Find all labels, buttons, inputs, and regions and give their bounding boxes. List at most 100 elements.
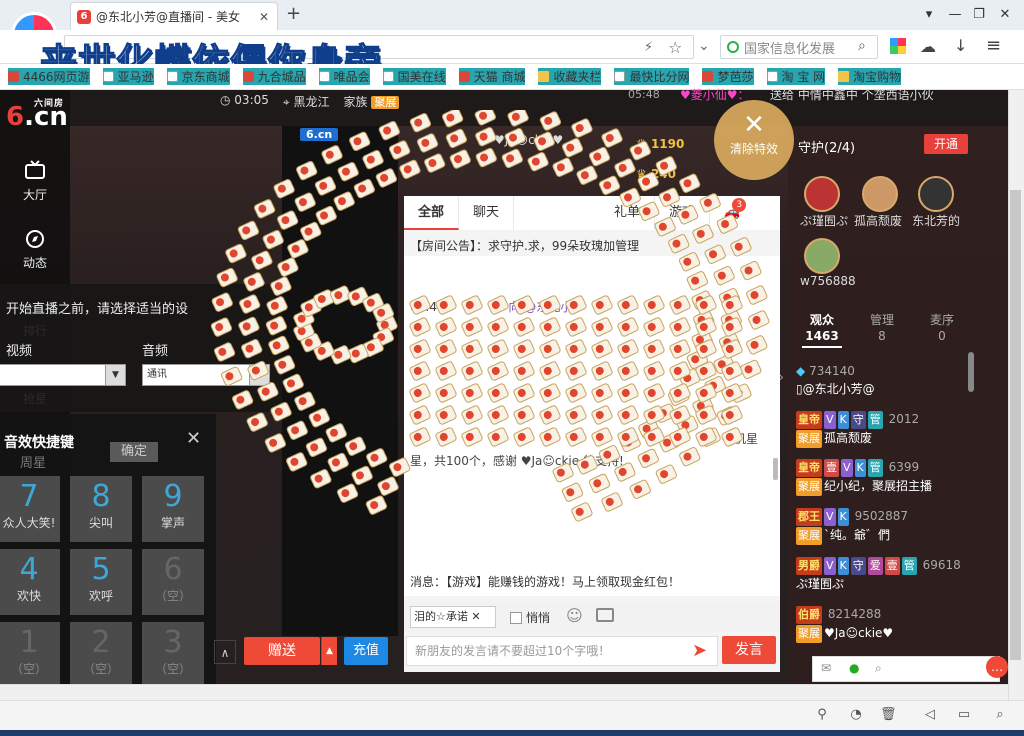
sound-key[interactable]: 9 掌声 [142,476,204,542]
location-icon: ⌖ 黑龙江 [282,95,330,109]
video-badge: 6.cn [300,128,339,141]
chat-target-select[interactable]: 泪的☆承诺 ✕ [410,606,496,628]
family-badge[interactable]: 聚展 [371,96,400,109]
tab-games[interactable]: 游戏 [655,196,711,230]
bookmark-item[interactable]: 京东商城 [166,68,230,85]
sound-key[interactable]: 5 欢呼 [70,549,132,615]
tab-close-icon[interactable]: ✕ [257,10,271,24]
confirm-button[interactable]: 确定 [110,442,158,462]
menu-icon[interactable]: ≡ [986,35,1001,56]
bookmark-item[interactable]: 唯品会 [318,68,370,85]
audience-item[interactable]: 伯爵 8214288 聚展 ♥Ja☺ckie♥ [796,605,893,643]
audience-item[interactable]: 皇帝壹 V K 管 6399 聚展 纪小纪，聚展招主播 [796,458,932,496]
bookmark-item[interactable]: 亚马逊 [102,68,154,85]
tab-chat[interactable]: 聊天 [459,196,515,230]
scroll-thumb[interactable] [1010,190,1021,660]
tab-gifts[interactable]: 礼单 [514,196,656,230]
audience-scrollbar[interactable] [968,352,974,392]
bookmark-item[interactable]: 九合城品 [242,68,306,85]
star-bookmark-icon[interactable]: ☆ [668,38,682,57]
check-icon[interactable]: ● [849,661,859,675]
send-button[interactable]: 发言 [722,636,776,664]
zoom-icon[interactable]: ⌕ [992,707,1008,723]
bookmark-item[interactable]: 淘 宝 网 [766,68,826,85]
tab-audience[interactable]: 观众 1463 [792,312,852,352]
bookmark-item[interactable]: 天猫 商城 [458,68,526,85]
chat-input[interactable]: 新朋友的发言请不要超过10个字哦！ [406,636,718,666]
minimize-button[interactable]: — [942,4,968,24]
sound-key[interactable]: 6 （空） [142,549,204,615]
collapse-arrow-icon[interactable]: › [779,370,784,384]
image-icon[interactable] [596,608,614,622]
lightning-icon[interactable]: ⚡ [644,40,653,55]
pin-icon[interactable]: ⚲ [814,707,830,723]
settings-hint: 开始直播之前，请选择适当的设 [6,302,189,317]
whisper-toggle[interactable]: 悄悄 [510,609,550,626]
sound-key[interactable]: 8 尖叫 [70,476,132,542]
guardian-4[interactable]: w756888 [800,238,856,288]
browser-tab[interactable]: 6 @东北小芳@直播间 - 美女 ✕ [70,2,278,30]
bookmark-item[interactable]: 梦芭莎 [702,68,754,85]
open-guardian-button[interactable]: 开通 [924,134,968,154]
restore-button[interactable]: ❐ [966,4,992,24]
search-input[interactable]: 国家信息化发展 [744,38,835,57]
audience-item[interactable]: 男爵 V K 守爱壹管 69618 ぷ瑾囿ぷ [796,556,961,593]
video-select[interactable]: ▼ [0,364,126,386]
expand-up-button[interactable]: ∧ [214,640,236,664]
cloud-icon[interactable]: ☁ [920,37,936,56]
chevron-down-icon: ▼ [249,365,269,385]
nav-item-hall[interactable]: 大厅 [0,150,70,216]
chevron-down-icon[interactable]: ⌄ [698,38,710,54]
bookmark-item[interactable]: 淘宝购物 [838,68,902,85]
chat-scrollbar[interactable] [773,458,778,480]
site-logo[interactable]: 六间房 6.cn [4,96,68,132]
whisper-checkbox[interactable] [510,611,522,624]
close-window-button[interactable]: ✕ [992,4,1018,24]
guardian-1[interactable]: ぷ瑾囿ぷ [800,176,848,229]
nav-item-feed[interactable]: 动态 [0,218,70,284]
sound-key[interactable]: 1 （空） [0,622,60,688]
emoji-icon[interactable]: ☺ [566,606,583,625]
page-horizontal-scrollbar[interactable] [0,684,1008,700]
download-icon[interactable]: ↓ [954,36,967,55]
chat-bubble-icon[interactable]: … [986,656,1008,678]
mail-icon[interactable]: ✉ [821,661,831,675]
recharge-button[interactable]: 充值 [344,637,388,665]
bookmark-item[interactable]: 收藏夹栏 [538,68,602,85]
streamer-name[interactable]: ♥Ja☺ckie♥ [494,133,563,147]
gift-dropdown-button[interactable]: ▲ [321,637,337,665]
new-tab-button[interactable]: + [286,3,301,24]
tab-mic-queue[interactable]: 麦序 0 [912,312,972,352]
send-plane-icon[interactable]: ➤ [692,640,707,661]
tab-admins[interactable]: 管理 8 [852,312,912,352]
window-icon[interactable]: ▭ [956,707,972,723]
shirt-icon[interactable]: ▾ [916,4,942,24]
gift-button[interactable]: 赠送 [244,637,320,665]
search-icon[interactable]: ⌕ [875,661,882,676]
bookmark-item[interactable]: 最快比分网 [614,68,690,85]
sound-key[interactable]: 4 欢快 [0,549,60,615]
search-icon[interactable]: ⌕ [858,38,866,54]
close-icon[interactable]: ✕ [186,428,201,449]
guardian-2[interactable]: 孤高颓废 [854,176,902,229]
sound-key[interactable]: 3 （空） [142,622,204,688]
room-announcement: 【房间公告】：求守护.求，99朵玫瑰加管理 [410,239,640,253]
speed-icon[interactable]: ◔ [848,707,864,723]
car-tab[interactable]: 🚗 3 [710,196,754,230]
apps-grid-icon[interactable] [890,38,906,54]
sound-key[interactable]: 7 众人大笑! [0,476,60,542]
video-player[interactable] [282,126,398,636]
mute-icon[interactable]: ◁ [922,707,938,723]
guardian-3[interactable]: 东北芳的 [912,176,960,229]
audience-item[interactable]: ◆ 734140 ▯@东北小芳@ [796,362,875,398]
search-box[interactable]: 国家信息化发展 [720,35,878,59]
bookmark-item[interactable]: 4466网页游 [8,68,90,85]
audience-item[interactable]: 皇帝 V K 守管 2012 聚展 孤高颓废 [796,410,919,448]
audio-select[interactable]: 通讯 ▼ [142,364,270,386]
trash-icon[interactable]: 🗑 [880,707,897,723]
clear-effects-button[interactable]: ✕ 清除特效 [714,100,794,180]
audience-item[interactable]: 郡王 V K 9502887 聚展 `纯。爺゛們 [796,507,908,545]
sound-key[interactable]: 2 （空） [70,622,132,688]
tab-all[interactable]: 全部 [404,196,460,230]
bookmark-item[interactable]: 国美在线 [382,68,446,85]
